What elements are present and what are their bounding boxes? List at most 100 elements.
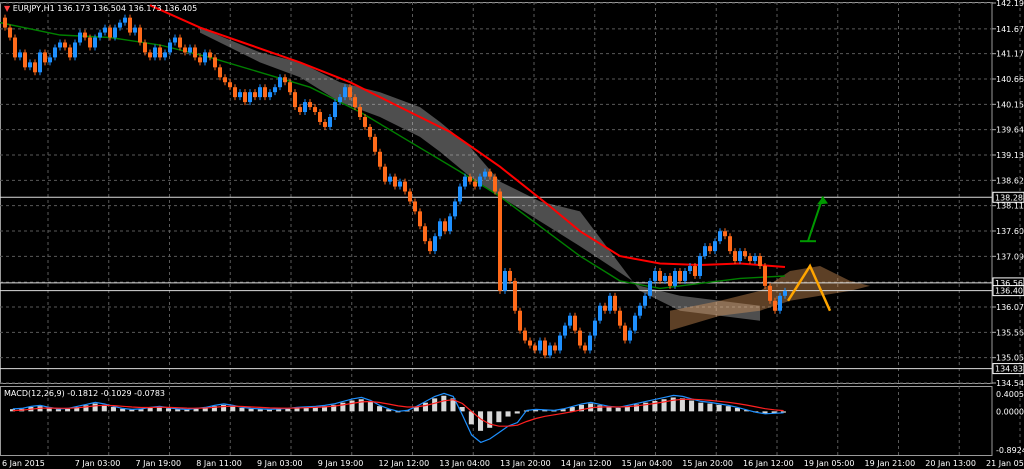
candle-body <box>693 266 697 276</box>
candle-body <box>638 305 642 316</box>
candle-body <box>413 201 417 212</box>
candle-body <box>513 280 517 311</box>
macd-histogram-bar <box>285 408 291 412</box>
candle-body <box>568 315 572 326</box>
candle-body <box>678 270 682 281</box>
candle-body <box>548 345 552 356</box>
candle-body <box>443 221 447 232</box>
candle-body <box>668 275 672 286</box>
candle-body <box>418 211 422 227</box>
candle-body <box>478 176 482 187</box>
macd-histogram-bar <box>716 404 722 412</box>
candle-body <box>3 17 7 28</box>
candle-body <box>613 295 617 311</box>
candle-body <box>673 270 677 286</box>
candle-body <box>583 345 587 351</box>
candle-body <box>338 97 342 103</box>
macd-histogram-bar <box>606 407 612 412</box>
candle-body <box>468 176 472 182</box>
candle-body <box>463 176 467 187</box>
candle-body <box>773 300 777 311</box>
candle-body <box>383 166 387 182</box>
candle-body <box>578 330 582 346</box>
symbol-info-label: ▼ EURJPY,H1 136.173 136.504 136.173 136.… <box>4 4 197 13</box>
candle-body <box>333 102 337 117</box>
candle-body <box>153 47 157 58</box>
horizontal-line-label: 138.284 <box>995 193 1024 202</box>
macd-histogram-bar <box>487 411 493 428</box>
time-tick-label: 13 Jan 20:00 <box>500 459 551 468</box>
candle-body <box>198 57 202 63</box>
candle-body <box>53 47 57 58</box>
macd-histogram-bar <box>478 411 484 431</box>
macd-histogram-bar <box>652 400 658 412</box>
candle-body <box>768 285 772 301</box>
time-tick-label: 20 Jan 13:00 <box>925 459 976 468</box>
candle-body <box>453 201 457 217</box>
candle-body <box>743 251 747 257</box>
candle-body <box>173 37 177 43</box>
candle-body <box>118 22 122 28</box>
chart-canvas: 142.195141.675141.175140.665140.155139.6… <box>0 0 1024 468</box>
candle-body <box>113 27 117 38</box>
time-tick-label: 15 Jan 04:00 <box>622 459 673 468</box>
candle-body <box>98 32 102 38</box>
candle-body <box>658 270 662 281</box>
candle-body <box>108 27 112 38</box>
candle-body <box>698 256 702 276</box>
candle-body <box>203 52 207 63</box>
candle-body <box>703 246 707 257</box>
candle-body <box>753 256 757 262</box>
candle-body <box>393 176 397 187</box>
macd-tick-label: 0.4005 <box>996 390 1024 399</box>
macd-histogram-bar <box>377 406 383 412</box>
candle-body <box>373 136 377 152</box>
candle-body <box>213 57 217 68</box>
time-tick-label: 7 Jan 03:00 <box>75 459 121 468</box>
candle-body <box>708 246 712 252</box>
candle-body <box>313 107 317 113</box>
candle-body <box>238 92 242 98</box>
candle-body <box>243 92 247 103</box>
candle-body <box>123 17 127 23</box>
candle-body <box>503 270 507 291</box>
macd-histogram-bar <box>725 406 731 412</box>
macd-histogram-bar <box>358 399 364 412</box>
candle-body <box>63 42 67 48</box>
candle-body <box>268 92 272 98</box>
candle-body <box>563 325 567 336</box>
horizontal-line-label: 134.835 <box>995 365 1024 374</box>
candle-body <box>78 32 82 43</box>
candle-body <box>448 216 452 232</box>
candle-body <box>483 171 487 177</box>
candle-body <box>428 241 432 252</box>
time-tick-label: 21 Jan 05:00 <box>986 459 1024 468</box>
macd-histogram-bar <box>110 407 116 412</box>
candle-body <box>103 27 107 33</box>
macd-histogram-bar <box>597 405 603 412</box>
candle-body <box>523 330 527 341</box>
macd-label: MACD(12,26,9) -0.1812 -0.1029 -0.0783 <box>4 389 166 398</box>
candle-body <box>328 117 332 127</box>
time-tick-label: 8 Jan 11:00 <box>196 459 242 468</box>
macd-histogram-bar <box>340 402 346 412</box>
macd-panel: 0.4005 0.0000 -0.8924 <box>10 390 1024 455</box>
horizontal-line-label: 136.405 <box>995 287 1024 296</box>
candle-body <box>353 97 357 108</box>
candle-body <box>163 52 167 58</box>
collapse-triangle-icon[interactable]: ▼ <box>4 4 10 13</box>
time-tick-label: 19 Jan 05:00 <box>804 459 855 468</box>
candle-body <box>738 251 742 262</box>
candle-body <box>588 335 592 351</box>
time-tick-label: 9 Jan 19:00 <box>318 459 364 468</box>
candle-body <box>133 27 137 33</box>
candle-body <box>488 171 492 177</box>
candle-body <box>293 92 297 108</box>
time-tick-label: 7 Jan 19:00 <box>136 459 182 468</box>
candle-body <box>273 87 277 93</box>
candle-body <box>68 47 72 58</box>
candle-body <box>783 290 787 296</box>
candle-body <box>43 52 47 63</box>
candle-body <box>233 87 237 98</box>
macd-histogram-bar <box>349 400 355 412</box>
